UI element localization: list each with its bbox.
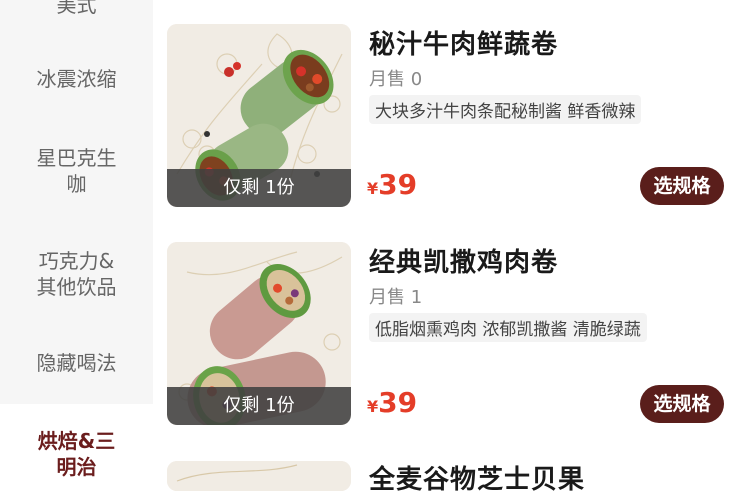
category-hidden-recipes[interactable]: 隐藏喝法 xyxy=(0,350,153,376)
chicken-wrap-image[interactable]: 仅剩 1份 xyxy=(167,242,351,425)
category-label-line1: 星巴克生 xyxy=(36,146,117,170)
category-americano[interactable]: 美式 xyxy=(0,0,153,18)
stock-remaining-label: 仅剩 1份 xyxy=(167,387,351,425)
product-card[interactable]: 仅剩 1份 秘汁牛肉鲜蔬卷 月售 0 大块多汁牛肉条配秘制酱 鲜香微辣 ¥39 … xyxy=(167,24,737,214)
category-label: 冰震浓缩 xyxy=(36,67,117,91)
price-value: 39 xyxy=(378,386,418,419)
category-label-line2: 明治 xyxy=(56,455,97,479)
product-price: ¥39 xyxy=(367,386,417,419)
category-iced-shaken-espresso[interactable]: 冰震浓缩 xyxy=(0,66,153,92)
stock-remaining-label: 仅剩 1份 xyxy=(167,169,351,207)
currency-symbol: ¥ xyxy=(367,397,379,416)
product-card[interactable]: 全麦谷物芝士贝果 xyxy=(167,461,737,495)
monthly-sales: 月售 1 xyxy=(369,287,423,308)
bagel-image[interactable] xyxy=(167,461,351,491)
product-description-tag: 低脂烟熏鸡肉 浓郁凯撒酱 清脆绿蔬 xyxy=(369,313,647,342)
category-label-line2: 其他饮品 xyxy=(36,275,117,299)
category-label-line1: 烘焙&三 xyxy=(37,429,116,453)
category-sidebar: 美式 冰震浓缩 星巴克生 咖 巧克力& 其他饮品 隐藏喝法 烘焙&三 明治 xyxy=(0,0,153,479)
select-options-button[interactable]: 选规格 xyxy=(640,385,724,423)
category-bakery-sandwich[interactable]: 烘焙&三 明治 xyxy=(0,428,153,480)
product-name[interactable]: 秘汁牛肉鲜蔬卷 xyxy=(369,24,558,61)
category-label-line1: 巧克力& xyxy=(38,249,115,273)
category-chocolate-other-drinks[interactable]: 巧克力& 其他饮品 xyxy=(0,248,153,300)
category-starbucks-raw-coffee[interactable]: 星巴克生 咖 xyxy=(0,145,153,197)
product-description-tag: 大块多汁牛肉条配秘制酱 鲜香微辣 xyxy=(369,95,642,124)
price-value: 39 xyxy=(378,168,418,201)
select-options-button[interactable]: 选规格 xyxy=(640,167,724,205)
category-label-line2: 咖 xyxy=(66,172,87,196)
product-name[interactable]: 经典凯撒鸡肉卷 xyxy=(369,242,558,279)
category-label: 美式 xyxy=(56,0,97,17)
product-card[interactable]: 仅剩 1份 经典凯撒鸡肉卷 月售 1 低脂烟熏鸡肉 浓郁凯撒酱 清脆绿蔬 ¥39… xyxy=(167,242,737,432)
monthly-sales: 月售 0 xyxy=(369,69,423,90)
category-label: 隐藏喝法 xyxy=(36,351,117,375)
product-name[interactable]: 全麦谷物芝士贝果 xyxy=(369,459,585,496)
currency-symbol: ¥ xyxy=(367,179,379,198)
beef-wrap-image[interactable]: 仅剩 1份 xyxy=(167,24,351,207)
product-price: ¥39 xyxy=(367,168,417,201)
